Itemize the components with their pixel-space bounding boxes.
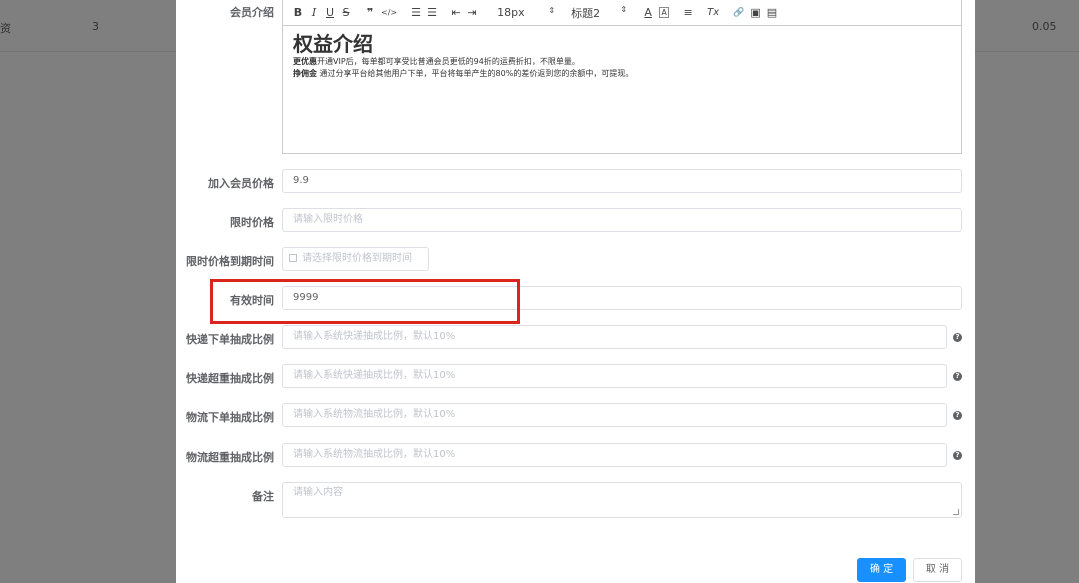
outdent-button[interactable]: ⇤ [451, 6, 461, 19]
remark-label: 备注 [252, 490, 274, 503]
limit-expire-label: 限时价格到期时间 [186, 255, 274, 268]
editor-text: 通过分享平台给其他用户下单，平台将每单产生的80%的差价返到您的余额中，可提现。 [319, 69, 634, 78]
express-order-ratio-label: 快递下单抽成比例 [186, 333, 274, 346]
font-size-value: 18px [497, 6, 525, 19]
editor-paragraph: 更优惠开通VIP后，每单都可享受比普通会员更低的94折的运费折扣，不限单量。 [293, 56, 951, 68]
highlight-box [210, 279, 520, 324]
resize-handle-icon[interactable] [953, 509, 959, 515]
heading-select[interactable]: 标题2 ⇕ [571, 5, 627, 21]
calendar-icon [289, 254, 297, 262]
remark-placeholder: 请输入内容 [293, 487, 343, 498]
strike-button[interactable]: S [341, 6, 351, 19]
ordered-list-button[interactable]: ☰ [411, 6, 421, 19]
link-button[interactable]: 🔗 [733, 8, 744, 18]
logistics-order-ratio-input[interactable]: 请输入系统物流抽成比例，默认10% [282, 403, 947, 427]
chevron-updown-icon: ⇕ [620, 4, 628, 14]
help-icon[interactable]: ? [953, 411, 962, 420]
remark-textarea[interactable]: 请输入内容 [282, 482, 962, 518]
join-price-label: 加入会员价格 [208, 177, 274, 190]
font-color-button[interactable]: A [643, 6, 653, 19]
underline-button[interactable]: U [325, 6, 335, 19]
logistics-overweight-ratio-label: 物流超重抽成比例 [186, 451, 274, 464]
editor-text: 开通VIP后，每单都可享受比普通会员更低的94折的运费折扣，不限单量。 [317, 57, 580, 66]
express-order-ratio-input[interactable]: 请输入系统快递抽成比例，默认10% [282, 325, 947, 349]
cancel-button[interactable]: 取 消 [913, 558, 962, 582]
heading-value: 标题2 [571, 6, 601, 20]
align-button[interactable]: ≡ [683, 6, 693, 19]
member-intro-label: 会员介绍 [230, 6, 274, 19]
editor-content[interactable]: 权益介绍 更优惠开通VIP后，每单都可享受比普通会员更低的94折的运费折扣，不限… [282, 26, 962, 154]
italic-button[interactable]: I [309, 6, 319, 19]
limit-price-input[interactable]: 请输入限时价格 [282, 208, 962, 232]
help-icon[interactable]: ? [953, 451, 962, 460]
background-color-button[interactable]: A [659, 7, 670, 18]
help-icon[interactable]: ? [953, 372, 962, 381]
image-button[interactable]: ▣ [750, 6, 760, 19]
express-overweight-ratio-label: 快递超重抽成比例 [186, 372, 274, 385]
express-overweight-ratio-input[interactable]: 请输入系统快递抽成比例，默认10% [282, 364, 947, 388]
chevron-updown-icon: ⇕ [548, 6, 556, 15]
quote-button[interactable]: ❞ [365, 6, 375, 19]
editor-heading: 权益介绍 [293, 32, 373, 56]
video-button[interactable]: ▤ [767, 6, 777, 19]
limit-expire-placeholder: 请选择限时价格到期时间 [302, 253, 412, 264]
join-price-input[interactable]: 9.9 [282, 169, 962, 193]
editor-toolbar: B I U S ❞ </> ☰ ☰ ⇤ ⇥ 18px ⇕ 标题2 ⇕ A A ≡… [282, 0, 962, 26]
confirm-button[interactable]: 确 定 [857, 558, 906, 582]
logistics-overweight-ratio-input[interactable]: 请输入系统物流抽成比例，默认10% [282, 443, 947, 467]
limit-price-label: 限时价格 [230, 216, 274, 229]
editor-bold-text: 更优惠 [293, 57, 317, 66]
editor-bold-text: 挣佣金 [293, 69, 317, 78]
font-size-select[interactable]: 18px ⇕ [497, 6, 555, 19]
code-button[interactable]: </> [381, 8, 397, 17]
clear-format-button[interactable]: Tx [707, 7, 719, 18]
bullet-list-button[interactable]: ☰ [427, 6, 437, 19]
indent-button[interactable]: ⇥ [467, 6, 477, 19]
help-icon[interactable]: ? [953, 333, 962, 342]
editor-paragraph: 挣佣金 通过分享平台给其他用户下单，平台将每单产生的80%的差价返到您的余额中，… [293, 68, 951, 80]
limit-expire-date-picker[interactable]: 请选择限时价格到期时间 [282, 247, 429, 271]
bold-button[interactable]: B [293, 6, 303, 19]
logistics-order-ratio-label: 物流下单抽成比例 [186, 411, 274, 424]
